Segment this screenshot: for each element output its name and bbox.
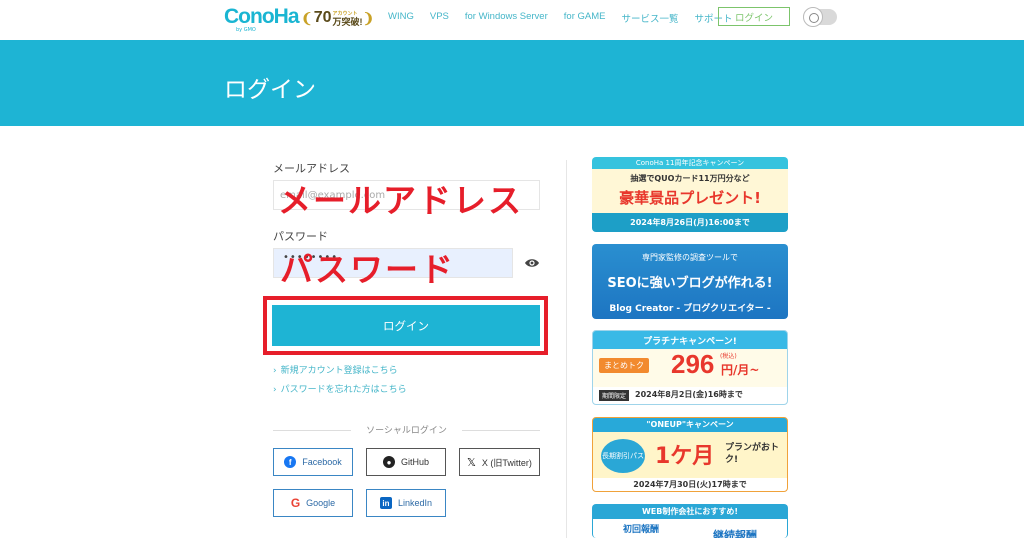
nav-windows-server[interactable]: for Windows Server <box>465 11 548 25</box>
x-label: X (旧Twitter) <box>481 457 532 468</box>
nav-game[interactable]: for GAME <box>564 11 606 25</box>
password-annotation: パスワード <box>280 250 455 289</box>
forgot-password-link-label: パスワードを忘れた方はこちら <box>280 385 407 395</box>
banner5-main: 継続報酬 <box>713 529 757 538</box>
header-login-button[interactable]: ログイン <box>718 7 790 26</box>
email-annotation: メールアドレス <box>278 181 523 220</box>
banner1-date: 2024年8月26日(月)16:00まで <box>630 218 750 227</box>
top-header: ConoHa by GMO ❨ 70 アカウント 万突破! ❩ WING VPS… <box>0 0 1024 40</box>
banner4-date: 2024年7月30日(火)17時まで <box>633 480 747 489</box>
main-nav: WING VPS for Windows Server for GAME サービ… <box>388 11 749 25</box>
github-icon: ● <box>382 456 395 468</box>
banner4-main: 1ケ月 <box>655 444 715 469</box>
chevron-right-icon: › <box>273 385 277 395</box>
github-login-button[interactable]: ● GitHub <box>366 448 446 476</box>
banner1-mid: 抽選でQUOカード11万円分など <box>630 174 750 183</box>
hero-banner: ログイン <box>0 40 1024 126</box>
laurel-right-icon: ❩ <box>362 9 375 26</box>
banner3-price: 296 <box>671 349 715 379</box>
signup-link-label: 新規アカウント登録はこちら <box>280 366 398 376</box>
banner1-main: 豪華景品プレゼント! <box>619 189 761 207</box>
x-icon: 𝕏 <box>467 456 476 469</box>
social-login-heading: ソーシャルログイン <box>273 423 540 437</box>
logo-sub: by GMO <box>236 27 256 33</box>
banner3-period: 期間限定 <box>599 390 630 401</box>
blog-creator-banner[interactable]: 専門家監修の調査ツールで SEOに強いブログが作れる! Blog Creator… <box>592 244 788 319</box>
banner3-note: (税込) <box>720 353 737 360</box>
password-label: パスワード <box>273 230 328 243</box>
banner2-main: SEOに強いブログが作れる! <box>607 276 773 291</box>
facebook-icon: f <box>284 456 297 468</box>
accounts-badge: ❨ 70 アカウント 万突破! ❩ <box>297 6 378 30</box>
linkedin-label: LinkedIn <box>397 498 433 508</box>
show-password-eye-icon[interactable] <box>524 257 540 269</box>
banner3-date: 2024年8月2日(金)16時まで <box>635 390 743 399</box>
web-agency-banner[interactable]: WEB制作会社におすすめ! 初回報酬 継続報酬 <box>592 504 788 538</box>
banner1-top: ConoHa 11周年記念キャンペーン <box>635 159 745 167</box>
facebook-login-button[interactable]: f Facebook <box>273 448 353 476</box>
linkedin-login-button[interactable]: in LinkedIn <box>366 489 446 517</box>
social-login-title: ソーシャルログイン <box>366 426 447 436</box>
oneup-campaign-banner[interactable]: "ONEUP"キャンペーン 長期割引パス 1ケ月 プランがおトク! 2024年7… <box>592 417 788 492</box>
linkedin-icon: in <box>379 497 392 509</box>
signup-link[interactable]: › 新規アカウント登録はこちら <box>273 363 398 376</box>
badge-text: 万突破! <box>332 17 363 27</box>
google-label: Google <box>306 498 336 508</box>
banner4-plan: プランがおトク! <box>725 443 780 465</box>
google-icon: G <box>290 496 301 510</box>
conoha-logo[interactable]: ConoHa <box>224 5 299 29</box>
banner5-top: WEB制作会社におすすめ! <box>641 507 739 516</box>
banner2-brand: Blog Creator - ブログクリエイター - <box>609 304 771 314</box>
platinum-campaign-banner[interactable]: プラチナキャンペーン! まとめトク 296 (税込) 円/月~ 期間限定 202… <box>592 330 788 405</box>
banner3-tag: まとめトク <box>599 358 649 373</box>
column-divider <box>566 160 567 538</box>
google-login-button[interactable]: G Google <box>273 489 353 517</box>
toggle-knob-icon <box>803 7 823 27</box>
badge-number: 70 <box>313 9 332 26</box>
banner4-tag: 長期割引パス <box>601 439 645 473</box>
github-label: GitHub <box>400 457 429 467</box>
banner3-unit: 円/月~ <box>721 363 760 377</box>
x-login-button[interactable]: 𝕏 X (旧Twitter) <box>459 448 540 476</box>
dark-mode-toggle[interactable] <box>803 7 837 27</box>
facebook-label: Facebook <box>302 457 342 467</box>
login-button[interactable]: ログイン <box>272 305 540 346</box>
banner4-top: "ONEUP"キャンペーン <box>646 420 734 429</box>
nav-vps[interactable]: VPS <box>430 11 449 25</box>
banner3-top: プラチナキャンペーン! <box>643 337 737 347</box>
chevron-right-icon: › <box>273 366 277 376</box>
page-title: ログイン <box>224 77 316 103</box>
anniversary-campaign-banner[interactable]: ConoHa 11周年記念キャンペーン 抽選でQUOカード11万円分など 豪華景… <box>592 157 788 232</box>
forgot-password-link[interactable]: › パスワードを忘れた方はこちら <box>273 382 407 395</box>
banner2-top: 専門家監修の調査ツールで <box>642 253 738 262</box>
laurel-left-icon: ❨ <box>301 9 313 26</box>
nav-wing[interactable]: WING <box>388 11 414 25</box>
nav-services[interactable]: サービス一覧 <box>621 11 678 25</box>
banner5-tag: 初回報酬 <box>623 525 660 535</box>
